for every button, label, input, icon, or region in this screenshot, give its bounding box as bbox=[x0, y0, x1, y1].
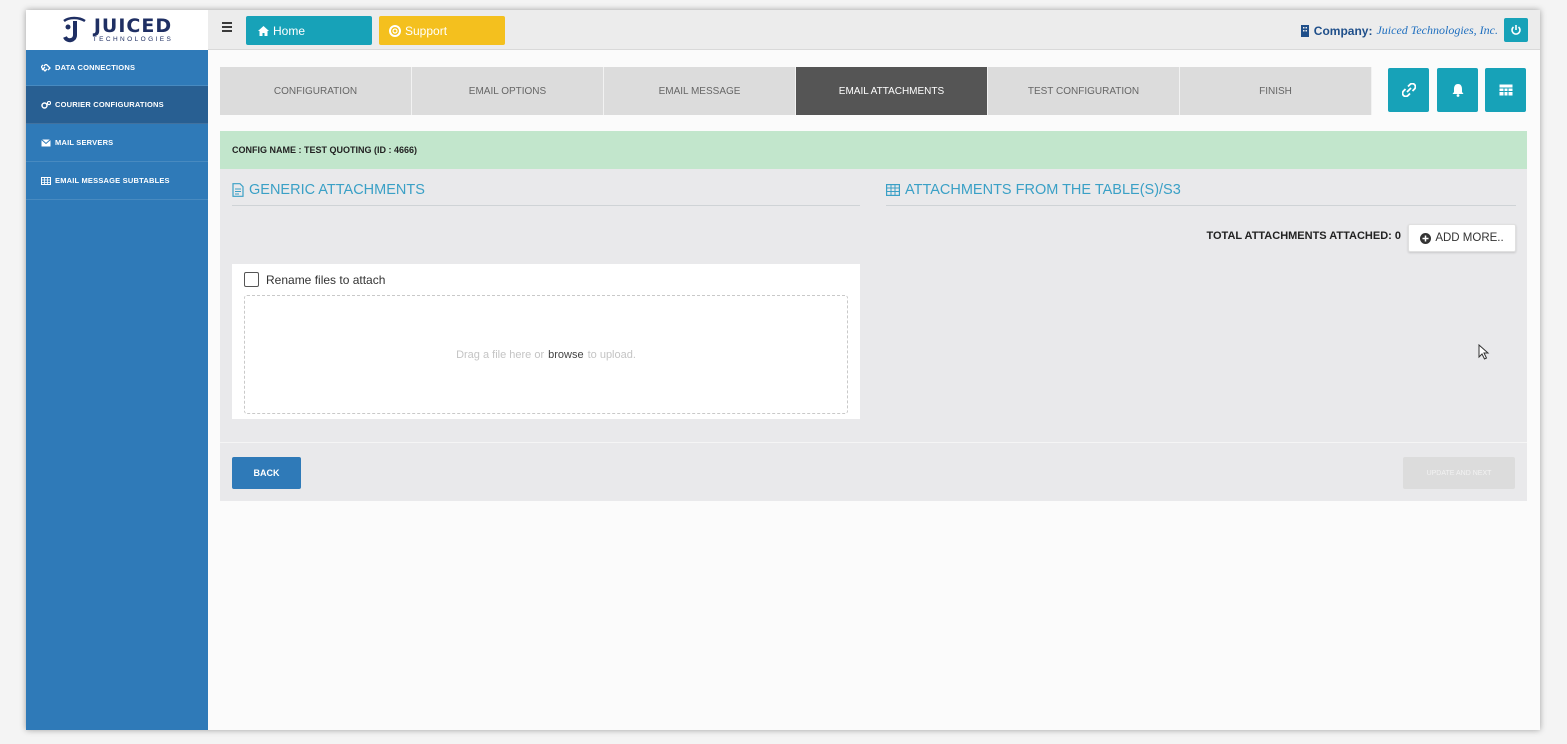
sidebar-item-label: EMAIL MESSAGE SUBTABLES bbox=[55, 176, 170, 185]
logo-sub: TECHNOLOGIES bbox=[92, 35, 174, 43]
tab-email-options[interactable]: EMAIL OPTIONS bbox=[412, 67, 604, 115]
power-icon bbox=[1511, 25, 1521, 35]
generic-attachments-heading: GENERIC ATTACHMENTS bbox=[232, 182, 425, 198]
table-icon bbox=[886, 184, 900, 196]
link-icon bbox=[41, 63, 51, 72]
sidebar-item-label: COURIER CONFIGURATIONS bbox=[55, 100, 164, 109]
app-window: JUICED TECHNOLOGIES DATA CONNECTIONS COU… bbox=[26, 10, 1540, 730]
sidebar-item-email-message-subtables[interactable]: EMAIL MESSAGE SUBTABLES bbox=[26, 162, 208, 200]
envelope-icon bbox=[41, 138, 51, 146]
plus-circle-icon bbox=[1420, 232, 1432, 244]
building-icon bbox=[1300, 24, 1309, 37]
total-attachments-count: TOTAL ATTACHMENTS ATTACHED: 0 bbox=[1206, 230, 1401, 242]
table-icon bbox=[41, 176, 51, 185]
notifications-button[interactable] bbox=[1437, 68, 1478, 112]
juiced-logo-icon bbox=[61, 15, 87, 45]
logo-text: JUICED TECHNOLOGIES bbox=[92, 14, 174, 44]
sidebar-item-courier-configurations[interactable]: COURIER CONFIGURATIONS bbox=[26, 86, 208, 124]
sidebar-item-label: DATA CONNECTIONS bbox=[55, 63, 136, 72]
mouse-cursor-icon bbox=[1478, 344, 1490, 360]
dropzone-text-before: Drag a file here or bbox=[456, 348, 545, 361]
attachments-panel: CONFIG NAME : TEST QUOTING (ID : 4666) G… bbox=[220, 131, 1527, 501]
home-icon bbox=[258, 25, 269, 36]
sidebar-item-mail-servers[interactable]: MAIL SERVERS bbox=[26, 124, 208, 162]
section-divider bbox=[232, 205, 860, 206]
browse-link[interactable]: browse bbox=[548, 349, 583, 361]
support-icon bbox=[389, 24, 401, 37]
config-name-bar: CONFIG NAME : TEST QUOTING (ID : 4666) bbox=[220, 131, 1527, 169]
upload-card: Rename files to attach Drag a file here … bbox=[232, 264, 860, 419]
file-text-icon bbox=[232, 183, 244, 197]
logo[interactable]: JUICED TECHNOLOGIES bbox=[26, 10, 208, 50]
link-icon bbox=[1401, 83, 1416, 97]
cogs-icon bbox=[41, 100, 51, 109]
section-divider bbox=[886, 205, 1516, 206]
rename-files-option[interactable]: Rename files to attach bbox=[244, 272, 385, 287]
tab-configuration[interactable]: CONFIGURATION bbox=[220, 67, 412, 115]
table-view-button[interactable] bbox=[1485, 68, 1526, 112]
company-label: Company: bbox=[1313, 23, 1373, 38]
table-attachments-heading: ATTACHMENTS FROM THE TABLE(S)/S3 bbox=[886, 182, 1181, 198]
tab-email-attachments[interactable]: EMAIL ATTACHMENTS bbox=[796, 67, 988, 115]
tab-email-message[interactable]: EMAIL MESSAGE bbox=[604, 67, 796, 115]
generic-attachments-title: GENERIC ATTACHMENTS bbox=[249, 182, 425, 198]
file-dropzone[interactable]: Drag a file here or browse to upload. bbox=[244, 295, 848, 414]
company-indicator: Company: Juiced Technologies, Inc. bbox=[1300, 23, 1498, 38]
logo-main: JUICED bbox=[93, 14, 173, 37]
link-button[interactable] bbox=[1388, 68, 1429, 112]
wizard-steps: CONFIGURATION EMAIL OPTIONS EMAIL MESSAG… bbox=[220, 67, 1372, 115]
support-label: Support bbox=[405, 23, 448, 38]
bell-icon bbox=[1452, 84, 1463, 97]
support-button[interactable]: Support bbox=[379, 16, 505, 45]
add-more-label: ADD MORE.. bbox=[1435, 232, 1504, 244]
dropzone-text-after: to upload. bbox=[587, 348, 636, 361]
top-bar: Home Support Company: Juiced Technologie… bbox=[208, 10, 1540, 50]
logout-button[interactable] bbox=[1504, 18, 1528, 42]
rename-files-label: Rename files to attach bbox=[266, 272, 386, 287]
tab-finish[interactable]: FINISH bbox=[1180, 67, 1372, 115]
tab-test-configuration[interactable]: TEST CONFIGURATION bbox=[988, 67, 1180, 115]
table-attachments-title: ATTACHMENTS FROM THE TABLE(S)/S3 bbox=[905, 182, 1181, 198]
sidebar-item-label: MAIL SERVERS bbox=[55, 138, 114, 147]
footer-divider bbox=[220, 442, 1527, 443]
rename-files-checkbox[interactable] bbox=[244, 272, 259, 287]
home-label: Home bbox=[273, 23, 306, 38]
add-more-button[interactable]: ADD MORE.. bbox=[1408, 224, 1516, 252]
home-button[interactable]: Home bbox=[246, 16, 372, 45]
sidebar: JUICED TECHNOLOGIES DATA CONNECTIONS COU… bbox=[26, 10, 208, 730]
company-name: Juiced Technologies, Inc. bbox=[1376, 23, 1498, 37]
update-and-next-button[interactable]: UPDATE AND NEXT bbox=[1403, 457, 1515, 489]
table-icon bbox=[1499, 84, 1512, 96]
hamburger-menu-icon[interactable] bbox=[222, 22, 232, 32]
back-button[interactable]: BACK bbox=[232, 457, 301, 489]
sidebar-item-data-connections[interactable]: DATA CONNECTIONS bbox=[26, 50, 208, 86]
